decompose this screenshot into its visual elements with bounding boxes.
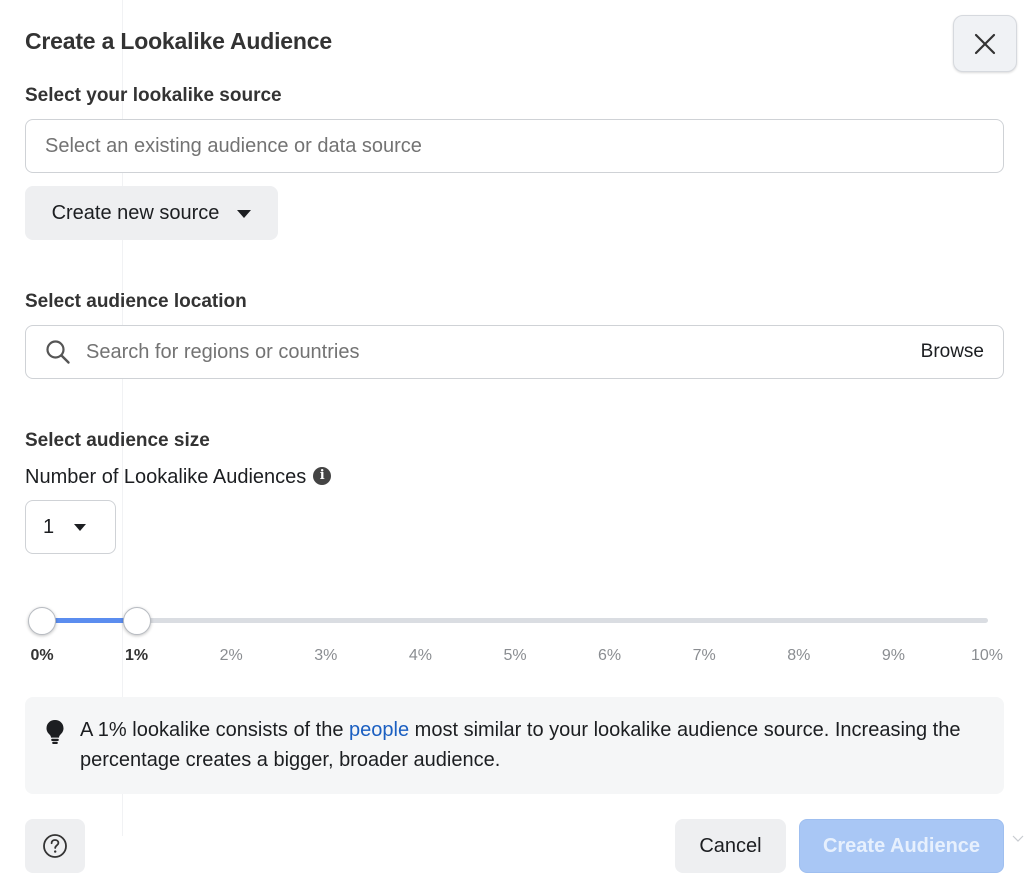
chevron-down-icon	[1012, 835, 1024, 842]
location-search-placeholder: Search for regions or countries	[86, 340, 360, 363]
create-audience-button[interactable]: Create Audience	[799, 819, 1004, 873]
help-button[interactable]	[25, 819, 85, 873]
slider-tick-label: 5%	[503, 647, 527, 664]
browse-button[interactable]: Browse	[921, 341, 984, 363]
search-icon	[46, 340, 70, 364]
create-new-source-label: Create new source	[51, 201, 220, 224]
size-slider-max-handle[interactable]	[122, 607, 151, 635]
caret-down-icon	[237, 210, 252, 218]
close-button[interactable]	[953, 15, 1017, 72]
slider-tick-label: 1%	[125, 647, 149, 664]
source-input[interactable]: Select an existing audience or data sour…	[25, 119, 1004, 173]
cancel-button[interactable]: Cancel	[675, 819, 786, 873]
slider-tick-label: 10%	[970, 647, 1004, 664]
slider-tick-label: 2%	[219, 647, 243, 664]
people-link[interactable]: people	[349, 719, 409, 741]
create-new-source-button[interactable]: Create new source	[25, 186, 278, 240]
number-of-audiences-label-row: Number of Lookalike Audiences i	[25, 466, 332, 489]
tip-text-start: A 1% lookalike consists of the	[80, 719, 350, 741]
slider-tick-label: 8%	[787, 647, 811, 664]
source-section-label: Select your lookalike source	[25, 85, 282, 106]
slider-tick-label: 7%	[692, 647, 716, 664]
location-section-label: Select audience location	[25, 291, 247, 312]
tip-text: A 1% lookalike consists of the people mo…	[80, 715, 990, 775]
size-slider-track[interactable]	[42, 618, 988, 623]
number-of-audiences-select[interactable]: 1	[25, 500, 116, 554]
caret-down-icon	[74, 523, 87, 531]
location-search-input[interactable]: Search for regions or countries Browse	[25, 325, 1004, 379]
source-input-placeholder: Select an existing audience or data sour…	[45, 134, 422, 157]
dialog-title: Create a Lookalike Audience	[25, 28, 332, 54]
number-of-audiences-label: Number of Lookalike Audiences	[25, 466, 307, 488]
slider-tick-label: 0%	[30, 647, 54, 664]
help-icon	[43, 834, 67, 858]
close-icon	[974, 33, 996, 54]
size-slider-min-handle[interactable]	[28, 607, 56, 635]
lightbulb-icon	[46, 720, 64, 744]
slider-tick-label: 9%	[881, 647, 905, 664]
slider-tick-label: 4%	[408, 647, 432, 664]
info-icon[interactable]: i	[313, 466, 332, 485]
slider-tick-label: 3%	[314, 647, 338, 664]
size-section-label: Select audience size	[25, 430, 210, 451]
slider-tick-label: 6%	[598, 647, 622, 664]
number-of-audiences-value: 1	[43, 515, 55, 538]
